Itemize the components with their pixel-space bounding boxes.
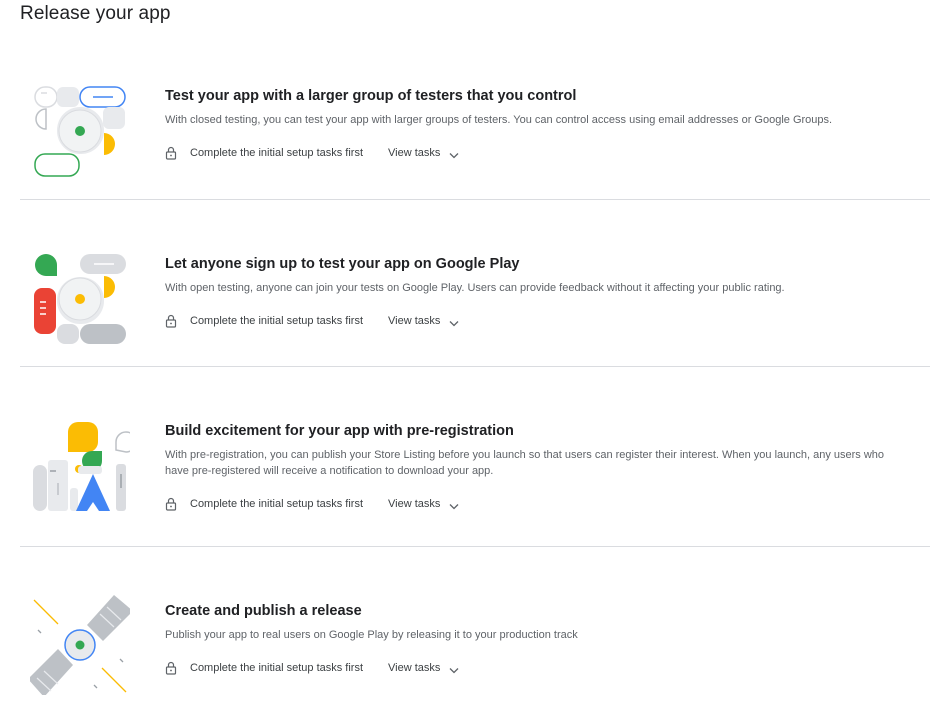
chevron-down-icon	[449, 665, 459, 673]
task-row: Complete the initial setup tasks first V…	[165, 661, 885, 675]
closed-testing-illustration	[30, 84, 130, 184]
card-description: With closed testing, you can test your a…	[165, 114, 833, 126]
open-testing-content: Let anyone sign up to test your app on G…	[165, 254, 885, 328]
view-tasks-button[interactable]: View tasks	[388, 498, 459, 510]
lock-icon	[165, 661, 177, 675]
card-description: Publish your app to real users on Google…	[165, 629, 578, 641]
view-tasks-label: View tasks	[388, 315, 441, 327]
open-testing-card: Let anyone sign up to test your app on G…	[20, 200, 930, 367]
view-tasks-button[interactable]: View tasks	[388, 315, 459, 327]
chevron-down-icon	[449, 318, 459, 326]
view-tasks-label: View tasks	[388, 662, 441, 674]
lock-icon	[165, 314, 177, 328]
task-row: Complete the initial setup tasks first V…	[165, 314, 885, 328]
pre-registration-content: Build excitement for your app with pre-r…	[165, 421, 885, 511]
production-release-illustration	[28, 595, 133, 697]
chevron-down-icon	[449, 150, 459, 158]
card-title: Create and publish a release	[165, 603, 362, 619]
setup-required-text: Complete the initial setup tasks first	[190, 498, 364, 510]
page-title: Release your app	[20, 3, 171, 24]
task-row: Complete the initial setup tasks first V…	[165, 497, 885, 511]
closed-testing-card: Test your app with a larger group of tes…	[20, 50, 930, 200]
view-tasks-label: View tasks	[388, 147, 441, 159]
setup-required-text: Complete the initial setup tasks first	[190, 147, 364, 159]
card-title: Let anyone sign up to test your app on G…	[165, 256, 520, 272]
closed-testing-content: Test your app with a larger group of tes…	[165, 86, 885, 160]
view-tasks-button[interactable]: View tasks	[388, 662, 459, 674]
task-row: Complete the initial setup tasks first V…	[165, 146, 885, 160]
view-tasks-button[interactable]: View tasks	[388, 147, 459, 159]
pre-registration-card: Build excitement for your app with pre-r…	[20, 367, 930, 547]
card-title: Test your app with a larger group of tes…	[165, 88, 577, 104]
production-release-card: Create and publish a release Publish you…	[20, 547, 930, 706]
card-description: With pre-registration, you can publish y…	[165, 449, 885, 477]
chevron-down-icon	[449, 501, 459, 509]
setup-required-text: Complete the initial setup tasks first	[190, 315, 364, 327]
lock-icon	[165, 146, 177, 160]
production-release-content: Create and publish a release Publish you…	[165, 601, 885, 675]
release-your-app-page: Release your app Test your app with a la…	[0, 0, 930, 706]
setup-required-text: Complete the initial setup tasks first	[190, 662, 364, 674]
card-title: Build excitement for your app with pre-r…	[165, 423, 514, 439]
card-description: With open testing, anyone can join your …	[165, 282, 785, 294]
view-tasks-label: View tasks	[388, 498, 441, 510]
lock-icon	[165, 497, 177, 511]
open-testing-illustration	[30, 250, 130, 350]
pre-registration-illustration	[30, 420, 137, 520]
